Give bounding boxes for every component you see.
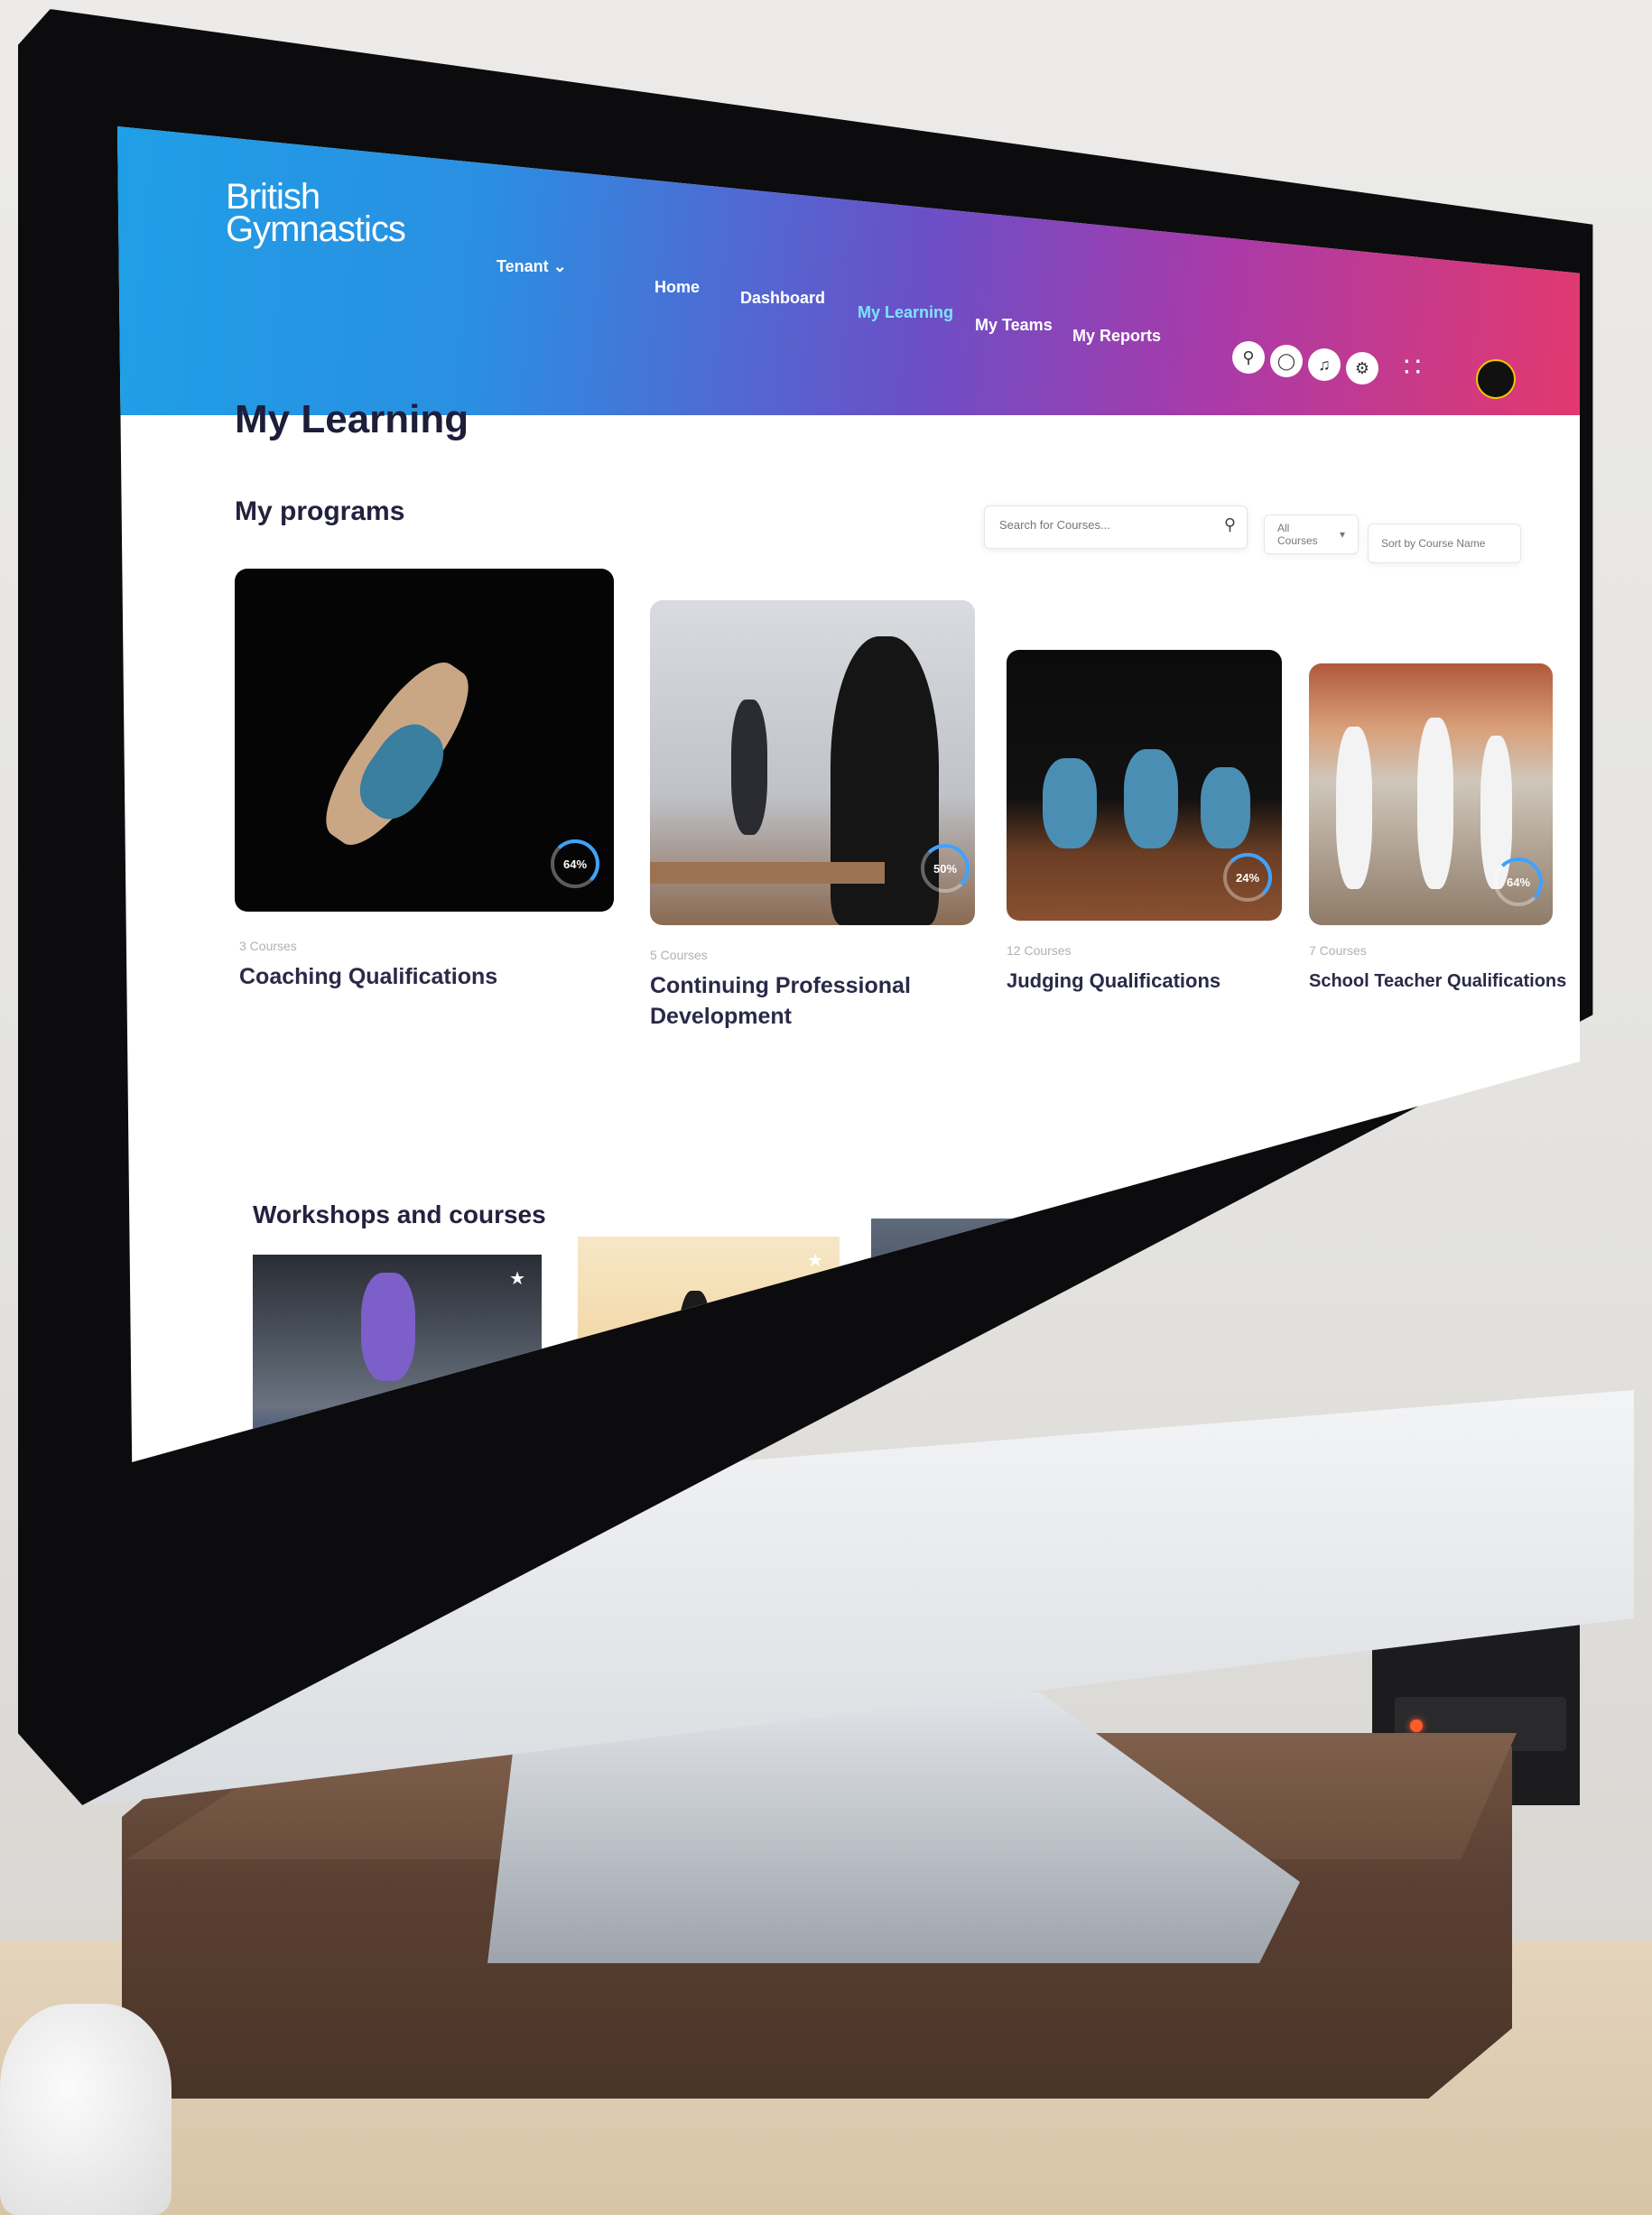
nav-my-teams[interactable]: My Teams bbox=[975, 316, 1053, 335]
program-card-image[interactable]: 64% bbox=[235, 569, 614, 912]
program-title[interactable]: Judging Qualifications bbox=[1007, 966, 1277, 996]
gymnast-figure bbox=[1210, 1228, 1250, 1372]
program-card-image[interactable]: 50% bbox=[650, 600, 975, 925]
bell-icon[interactable]: ♫ bbox=[1308, 348, 1341, 381]
my-programs-heading: My programs bbox=[235, 496, 405, 526]
apps-grid-icon[interactable]: ∷ bbox=[1404, 352, 1421, 384]
program-title[interactable]: Continuing Professional Development bbox=[650, 970, 957, 1032]
program-course-count: 7 Courses bbox=[1309, 943, 1367, 958]
workshop-card[interactable]: ★ bbox=[1363, 1200, 1544, 1363]
gymnast-figure bbox=[731, 700, 767, 835]
program-title[interactable]: Coaching Qualifications bbox=[239, 961, 600, 992]
progress-ring: 64% bbox=[1494, 857, 1543, 906]
progress-ring: 50% bbox=[921, 844, 970, 893]
balance-beam bbox=[650, 862, 885, 884]
avatar[interactable] bbox=[1476, 359, 1516, 399]
star-icon[interactable]: ★ bbox=[807, 1249, 823, 1272]
workshops-heading: Workshops and courses bbox=[253, 1200, 546, 1228]
gymnast-figure bbox=[1124, 749, 1178, 848]
sort-label: Sort by Course Name bbox=[1381, 537, 1486, 550]
star-icon[interactable]: ★ bbox=[1305, 1222, 1322, 1245]
nav-my-learning[interactable]: My Learning bbox=[858, 303, 953, 322]
logo-line-2: Gymnastics bbox=[226, 209, 406, 249]
british-gymnastics-logo[interactable]: British Gymnastics bbox=[226, 177, 406, 249]
all-courses-label: All Courses bbox=[1277, 522, 1318, 547]
program-course-count: 5 Courses bbox=[650, 948, 708, 962]
nav-home[interactable]: Home bbox=[654, 278, 700, 297]
nav-my-reports[interactable]: My Reports bbox=[1072, 327, 1161, 346]
student-figure bbox=[1336, 727, 1372, 889]
star-icon[interactable]: ★ bbox=[509, 1267, 525, 1290]
program-course-count: 12 Courses bbox=[1007, 943, 1072, 958]
tenant-dropdown[interactable]: Tenant ⌄ bbox=[497, 257, 567, 276]
sort-select[interactable]: Sort by Course Name bbox=[1368, 524, 1521, 563]
gymnast-figure bbox=[1413, 1222, 1494, 1287]
chevron-down-icon: ▾ bbox=[1339, 528, 1345, 541]
search-icon[interactable]: ⚲ bbox=[1224, 515, 1236, 534]
search-icon[interactable]: ⚲ bbox=[1232, 341, 1265, 374]
logo-line-1: British bbox=[226, 177, 320, 217]
gear-icon[interactable]: ⚙ bbox=[1346, 352, 1378, 385]
search-input[interactable] bbox=[998, 517, 1209, 533]
progress-ring: 64% bbox=[551, 839, 599, 888]
screen: British Gymnastics Tenant ⌄ Home Dashboa… bbox=[117, 126, 1580, 1462]
all-courses-select[interactable]: All Courses ▾ bbox=[1264, 514, 1359, 554]
gymnast-figure bbox=[1043, 758, 1097, 848]
progress-ring: 24% bbox=[1223, 853, 1272, 902]
program-card-image[interactable]: 24% bbox=[1007, 650, 1282, 921]
star-icon[interactable]: ★ bbox=[1513, 1213, 1529, 1236]
gymnast-figure bbox=[1201, 767, 1250, 848]
program-card-image[interactable]: 64% bbox=[1309, 663, 1553, 925]
nav-dashboard[interactable]: Dashboard bbox=[740, 289, 825, 308]
program-course-count: 3 Courses bbox=[239, 939, 297, 953]
gymnast-figure bbox=[361, 1273, 415, 1381]
course-search[interactable]: ⚲ bbox=[984, 505, 1248, 549]
page-title: My Learning bbox=[235, 397, 469, 441]
vase bbox=[0, 2004, 172, 2215]
program-title[interactable]: School Teacher Qualifications bbox=[1309, 966, 1571, 996]
device-led bbox=[1410, 1719, 1423, 1732]
student-figure bbox=[1417, 718, 1453, 889]
chat-icon[interactable]: ◯ bbox=[1270, 345, 1303, 377]
